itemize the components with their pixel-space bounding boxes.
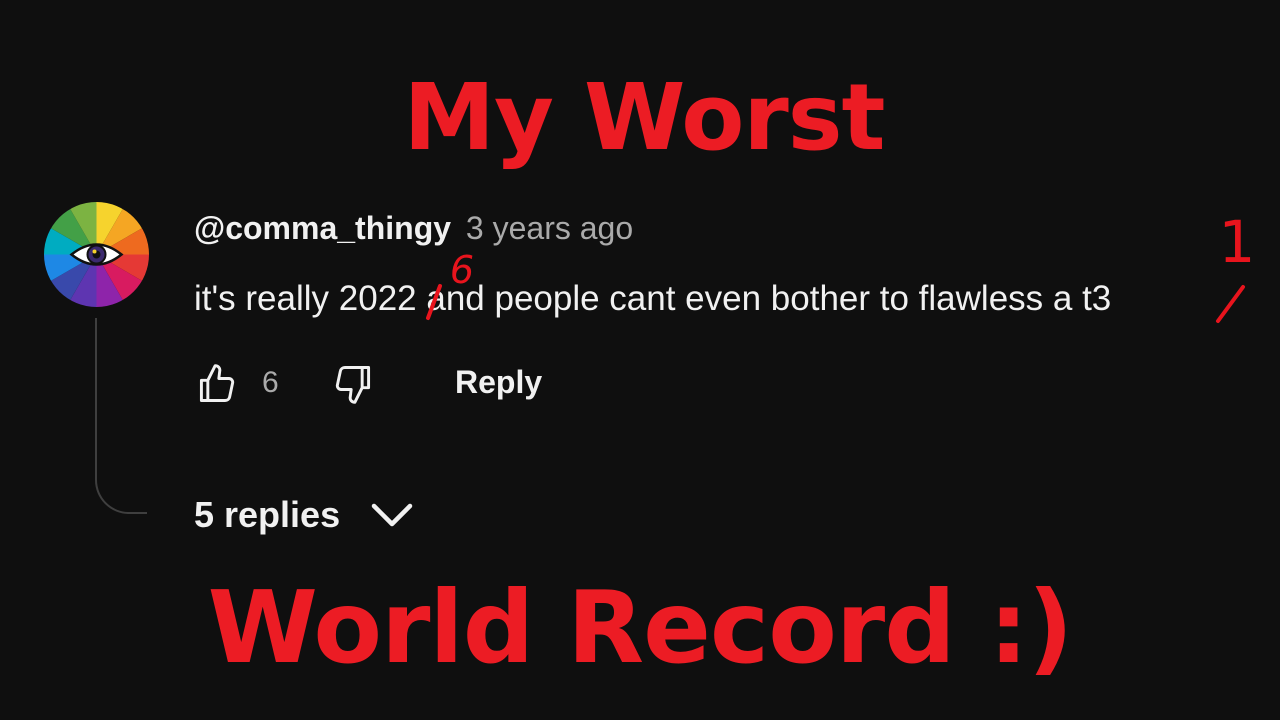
reply-button[interactable]: Reply bbox=[455, 364, 542, 401]
annotation-correction-6: 6 bbox=[450, 248, 474, 292]
thumbs-down-icon bbox=[335, 366, 371, 404]
thumbs-up-icon bbox=[199, 364, 235, 402]
like-count: 6 bbox=[262, 366, 279, 399]
annotation-correction-1: 1 bbox=[1219, 208, 1256, 276]
dislike-button[interactable] bbox=[328, 360, 378, 408]
replies-count-label: 5 replies bbox=[194, 494, 341, 535]
strike-mark-tier bbox=[1216, 285, 1245, 323]
view-replies-toggle[interactable]: 5 replies bbox=[194, 494, 414, 536]
chevron-down-icon bbox=[371, 503, 413, 527]
headline-bottom: World Record :) bbox=[207, 569, 1074, 686]
like-button[interactable] bbox=[192, 360, 242, 408]
strike-mark-year bbox=[426, 284, 442, 320]
